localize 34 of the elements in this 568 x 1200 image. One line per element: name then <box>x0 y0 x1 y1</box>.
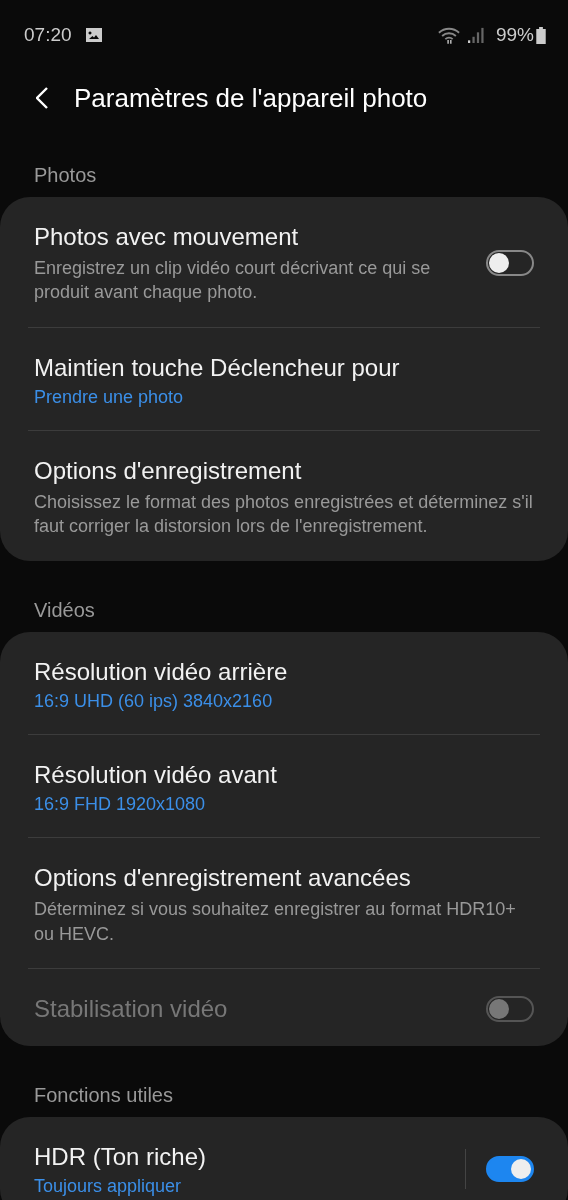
image-icon <box>85 28 102 42</box>
settings-item[interactable]: Maintien touche Déclencheur pour Prendre une photo <box>28 327 540 430</box>
item-title: Résolution vidéo arrière <box>34 656 289 687</box>
battery-icon <box>536 26 546 44</box>
settings-item[interactable]: Options d'enregistrement avancées Déterminez si vous souhaitez enregistrer au format HDR10+ ou HEVC. <box>28 838 540 968</box>
item-title: Options d'enregistrement <box>34 455 303 486</box>
page-title: Paramètres de l'appareil photo <box>74 82 428 114</box>
settings-item[interactable]: Options d'enregistrement Choisissez le format des photos enregistrées et déterminez s'il faut corriger la distorsion lors de l'enregistrement. <box>28 430 540 561</box>
item-value: Prendre une photo <box>34 386 185 408</box>
item-value: Toujours appliquer <box>34 1176 183 1198</box>
item-description: Déterminez si vous souhaitez enregistrer au format HDR10+ ou HEVC. <box>34 898 517 946</box>
item-title: HDR (Ton riche) <box>34 1142 208 1173</box>
settings-item[interactable]: Résolution vidéo arrière 16:9 UHD (60 ips) 3840x2160 <box>28 631 540 734</box>
settings-item[interactable]: Photos avec mouvement Enregistrez un clip vidéo court décrivant ce qui se produit avant chaque photo. <box>28 197 540 327</box>
item-title: Photos avec mouvement <box>34 222 300 252</box>
battery-percent: 99% <box>495 24 534 46</box>
section-header: Fonctions utiles <box>33 1083 174 1109</box>
section-header: Vidéos <box>33 597 96 623</box>
section-header: Photos <box>33 163 98 188</box>
item-value: 16:9 FHD 1920x1080 <box>34 794 207 816</box>
item-description: Choisissez le format des photos enregistrées et déterminez s'il faut corriger la distorsion lors de l'enregistrement. <box>34 491 534 539</box>
item-title: Résolution vidéo avant <box>34 759 278 790</box>
signal-icon <box>467 27 484 43</box>
toggle-switch[interactable] <box>486 1156 534 1183</box>
item-title: Options d'enregistrement avancées <box>34 863 412 894</box>
wifi-icon <box>437 26 460 44</box>
toggle-switch[interactable] <box>486 249 534 276</box>
settings-item[interactable]: HDR (Ton riche) Toujours appliquer <box>28 1117 540 1200</box>
settings-item[interactable]: Résolution vidéo avant 16:9 FHD 1920x1080 <box>28 734 540 838</box>
item-title: Stabilisation vidéo <box>34 993 229 1024</box>
item-title: Maintien touche Déclencheur pour <box>34 352 401 383</box>
status-time: 07:20 <box>24 24 72 46</box>
item-value: 16:9 UHD (60 ips) 3840x2160 <box>34 690 274 712</box>
item-description: Enregistrez un clip vidéo court décrivant ce qui se produit avant chaque photo. <box>34 257 432 305</box>
